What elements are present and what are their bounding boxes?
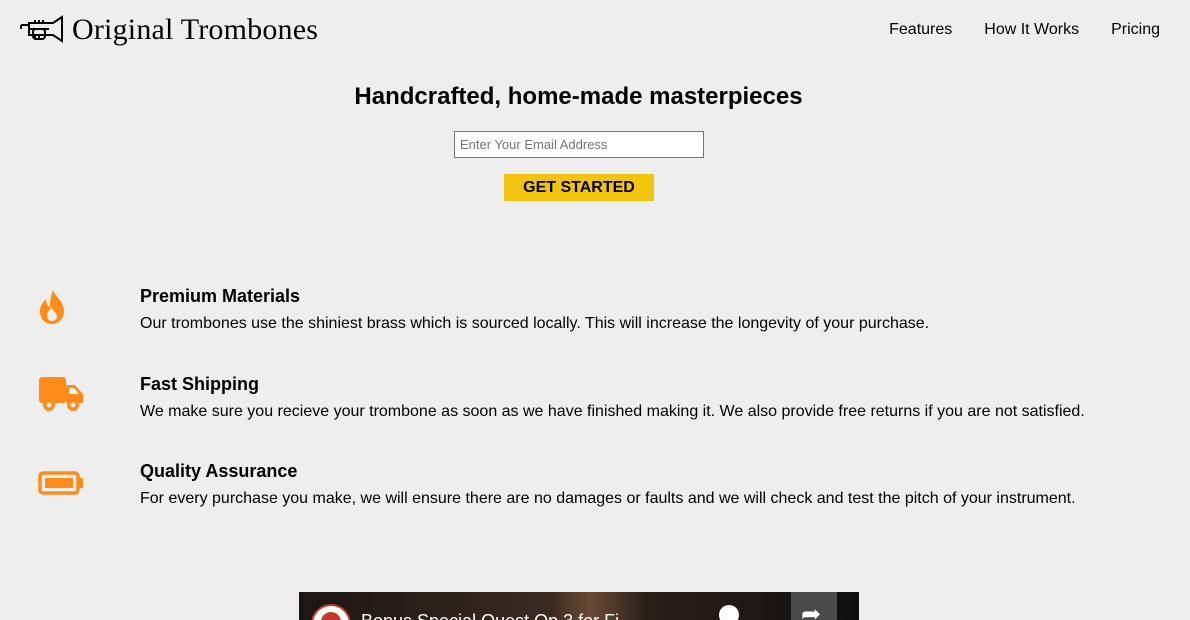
feature-title: Fast Shipping	[140, 374, 259, 394]
nav-link-pricing[interactable]: Pricing	[1111, 20, 1160, 40]
nav-link-features[interactable]: Features	[889, 20, 952, 40]
hero-title: Handcrafted, home-made masterpieces	[354, 83, 803, 110]
feature-description: Our trombones use the shiniest brass whi…	[140, 315, 930, 332]
share-icon[interactable]	[791, 592, 837, 620]
trumpet-icon	[19, 15, 63, 45]
feature-title: Premium Materials	[140, 286, 301, 306]
channel-avatar[interactable]	[311, 604, 351, 620]
nav-link-how-it-works[interactable]: How It Works	[984, 20, 1079, 40]
truck-icon	[39, 377, 83, 418]
video-embed[interactable]: Bonus Special Quest Op 3 for Fi	[299, 592, 859, 620]
brand-logo[interactable]: Original Trombones	[19, 13, 318, 47]
feature-description: We make sure you recieve your trombone a…	[140, 403, 1085, 420]
main-nav: Features How It Works Pricing	[857, 20, 1160, 40]
feature-title: Quality Assurance	[140, 461, 298, 481]
video-title[interactable]: Bonus Special Quest Op 3 for Fi	[361, 611, 619, 620]
brand-name: Original Trombones	[72, 13, 319, 46]
feature-description: For every purchase you make, we will ens…	[140, 490, 1076, 507]
watch-later-icon[interactable]	[719, 605, 739, 620]
battery-icon	[38, 471, 84, 500]
get-started-button[interactable]: GET STARTED	[504, 174, 654, 201]
landing-page: Original Trombones Features How It Works…	[0, 0, 1190, 620]
fire-icon	[38, 289, 66, 330]
email-input[interactable]	[454, 131, 704, 158]
